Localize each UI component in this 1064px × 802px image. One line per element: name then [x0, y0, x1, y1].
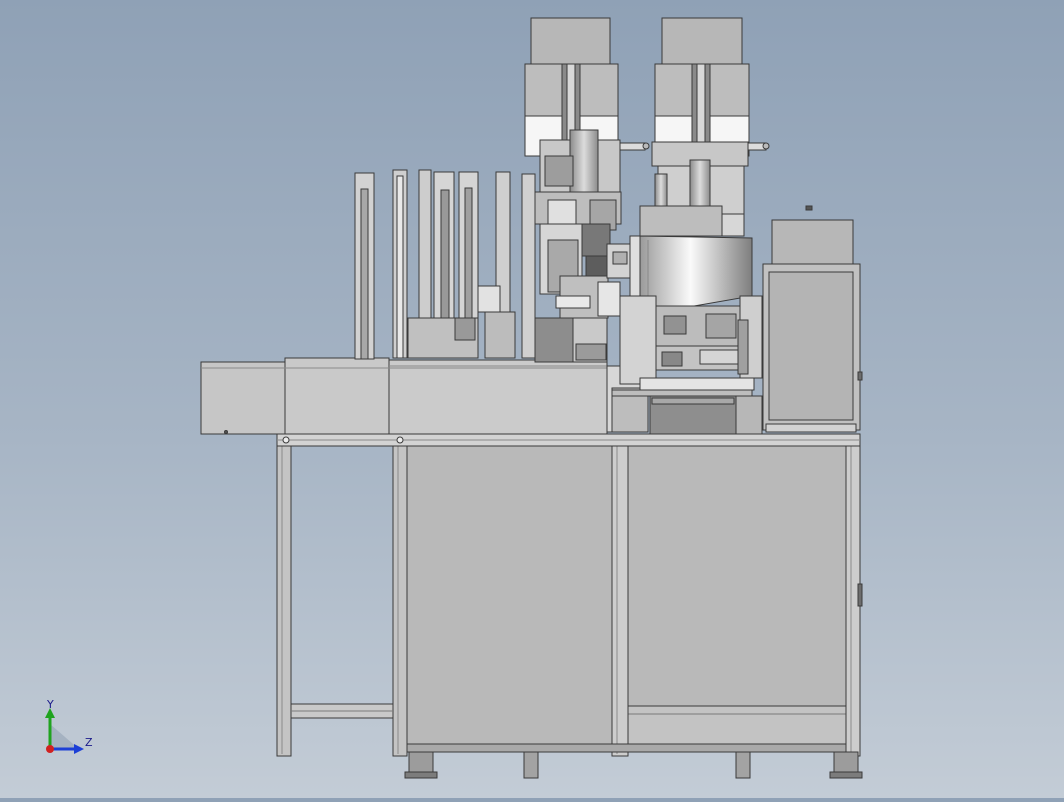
control-box	[762, 205, 863, 433]
cabinet-panel-right	[627, 443, 847, 707]
x-axis-dot	[46, 745, 54, 753]
axis-triad: Y Z	[45, 698, 93, 754]
right-top-housing	[654, 17, 770, 157]
conveyor-middle-box	[284, 357, 390, 435]
z-axis-label: Z	[85, 736, 93, 749]
y-axis-label: Y	[46, 698, 54, 711]
left-shaft-rod	[616, 142, 646, 151]
foot-2	[523, 751, 539, 779]
cabinet-base	[406, 743, 847, 753]
foot-4	[833, 751, 859, 775]
z-axis-arrow	[74, 744, 84, 754]
chrome-hood	[639, 235, 753, 315]
magazine-rail-7	[521, 173, 536, 359]
left-frame-leg-inner	[392, 439, 408, 757]
left-gripper-block	[581, 223, 611, 257]
conveyor-main-box	[388, 359, 608, 435]
foot-1	[408, 751, 434, 775]
cabinet-post-1	[611, 439, 629, 757]
right-motor-cap	[661, 17, 743, 65]
control-box-top	[771, 219, 854, 265]
cabinet-right-lower	[627, 705, 847, 745]
cad-viewport[interactable]: Y Z	[0, 0, 1064, 798]
chrome-cover	[639, 235, 753, 315]
conveyor-end-box	[200, 361, 286, 435]
machine-drawing: Y Z	[45, 17, 863, 779]
control-box-panel	[768, 271, 854, 421]
feed-conveyor	[200, 357, 608, 444]
foot-3	[735, 751, 751, 779]
left-frame-leg-outer	[276, 439, 292, 757]
cabinet-panel-left	[406, 443, 613, 745]
machine-frame	[276, 433, 863, 779]
side-latch	[857, 583, 863, 607]
magazine-rails	[354, 169, 536, 360]
left-motor-cap	[530, 17, 611, 65]
